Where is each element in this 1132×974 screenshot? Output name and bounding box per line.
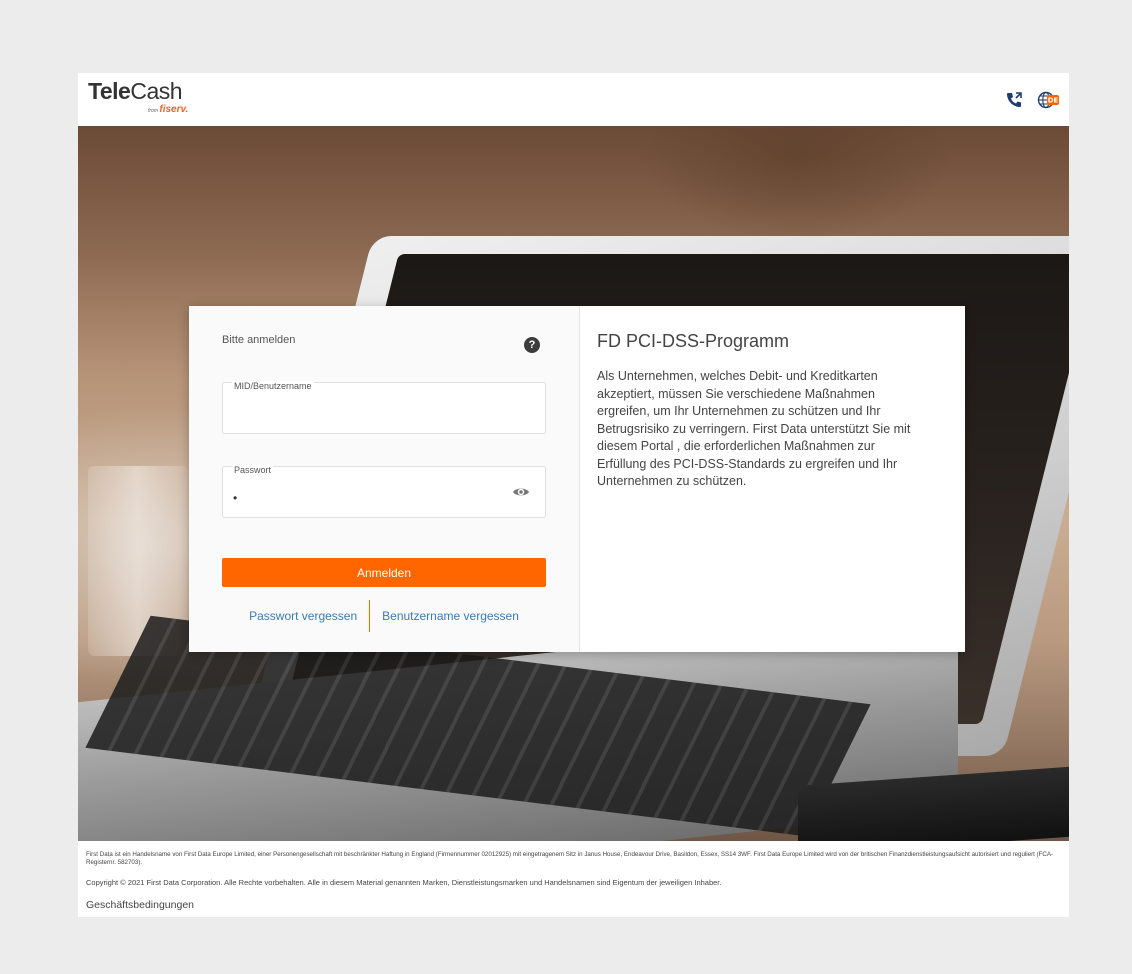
hero-background-image: Bitte anmelden ? MID/Benutzername Passwo… — [78, 126, 1069, 841]
username-field[interactable]: MID/Benutzername — [222, 381, 546, 434]
copyright-text: Copyright © 2021 First Data Corporation.… — [86, 878, 722, 887]
password-input[interactable] — [233, 487, 503, 509]
forgot-links: Passwort vergessen Benutzername vergesse… — [222, 600, 546, 632]
footer: First Data ist ein Handelsname von First… — [78, 841, 1069, 917]
telecash-logo[interactable]: TeleCash from fiserv. — [88, 78, 188, 115]
promo-panel: FD PCI-DSS-Programm Als Unternehmen, wel… — [597, 328, 937, 491]
logo-regular-part: Cash — [130, 78, 183, 104]
page-container: TeleCash from fiserv. DE Bitte anmelden … — [78, 73, 1069, 917]
promo-title: FD PCI-DSS-Programm — [597, 331, 790, 351]
username-label: MID/Benutzername — [232, 381, 314, 391]
logo-bold-part: Tele — [88, 78, 131, 104]
logo-from-text: from — [148, 108, 158, 114]
help-icon[interactable]: ? — [524, 337, 540, 353]
login-form: Bitte anmelden ? MID/Benutzername Passwo… — [189, 306, 580, 652]
language-globe-icon[interactable]: DE — [1037, 90, 1059, 110]
login-card: Bitte anmelden ? MID/Benutzername Passwo… — [189, 306, 965, 652]
top-bar: TeleCash from fiserv. DE — [78, 73, 1069, 126]
eye-icon[interactable] — [512, 485, 530, 499]
login-title: Bitte anmelden — [222, 334, 296, 346]
forgot-password-link[interactable]: Passwort vergessen — [237, 609, 369, 623]
forgot-username-link[interactable]: Benutzername vergessen — [370, 609, 531, 623]
phone-icon[interactable] — [1003, 90, 1025, 110]
logo-wordmark: TeleCash — [88, 78, 183, 104]
terms-link[interactable]: Geschäftsbedingungen — [86, 899, 194, 911]
password-field[interactable]: Passwort — [222, 465, 546, 518]
promo-text: Als Unternehmen, welches Debit- und Kred… — [597, 369, 911, 488]
password-label: Passwort — [232, 465, 274, 475]
legal-notice: First Data ist ein Handelsname von First… — [86, 851, 1054, 866]
top-icons: DE — [1003, 90, 1059, 110]
language-code: DE — [1048, 97, 1059, 105]
logo-subline: from fiserv. — [148, 104, 188, 115]
login-button[interactable]: Anmelden — [222, 558, 546, 587]
fiserv-brand: fiserv. — [159, 104, 189, 115]
username-input[interactable] — [233, 403, 503, 425]
